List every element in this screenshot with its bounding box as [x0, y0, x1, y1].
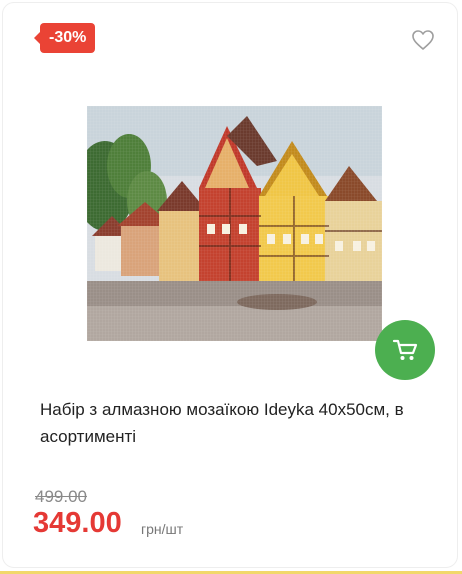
wishlist-button[interactable]	[411, 29, 435, 51]
discount-badge: -30%	[33, 23, 96, 53]
old-price: 499.00	[35, 487, 87, 506]
price-unit: грн/шт	[141, 521, 184, 537]
current-price: 349.00	[33, 507, 122, 539]
product-title[interactable]: Набір з алмазною мозаїкою Ideyka 40x50см…	[40, 396, 425, 450]
shopping-cart-icon	[392, 339, 418, 360]
heart-outline-icon	[412, 30, 434, 50]
product-image-art	[87, 106, 382, 341]
product-card[interactable]: -30% Набір з алмазною мозаїкою Ideyka 40…	[2, 2, 458, 568]
product-image[interactable]	[87, 106, 382, 341]
add-to-cart-button[interactable]	[375, 320, 435, 380]
